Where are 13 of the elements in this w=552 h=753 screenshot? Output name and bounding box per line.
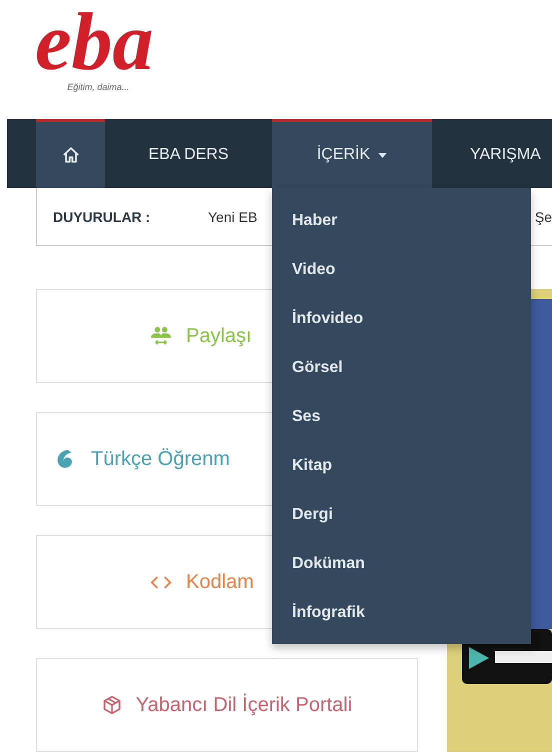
- menu-item[interactable]: Haber: [272, 196, 531, 245]
- announcement-text[interactable]: Şe: [534, 208, 552, 224]
- announcement-label: DUYURULAR :: [53, 208, 152, 224]
- announcement-text[interactable]: Yeni EB: [208, 208, 258, 224]
- logo-tagline: Eğitim, daima...: [67, 82, 130, 92]
- nav-tab[interactable]: EBA DERS: [105, 119, 272, 188]
- home-icon: [62, 146, 80, 164]
- home-tab[interactable]: [36, 119, 105, 188]
- logo[interactable]: eba Eğitim, daima...: [35, 0, 162, 92]
- portal-card[interactable]: Yabancı Dil İçerik Portali: [36, 658, 418, 752]
- logo-wordmark: eba: [35, 0, 154, 84]
- nav-tab[interactable]: YARIŞMA: [432, 119, 552, 188]
- nav-tab[interactable]: İÇERİK: [272, 119, 432, 188]
